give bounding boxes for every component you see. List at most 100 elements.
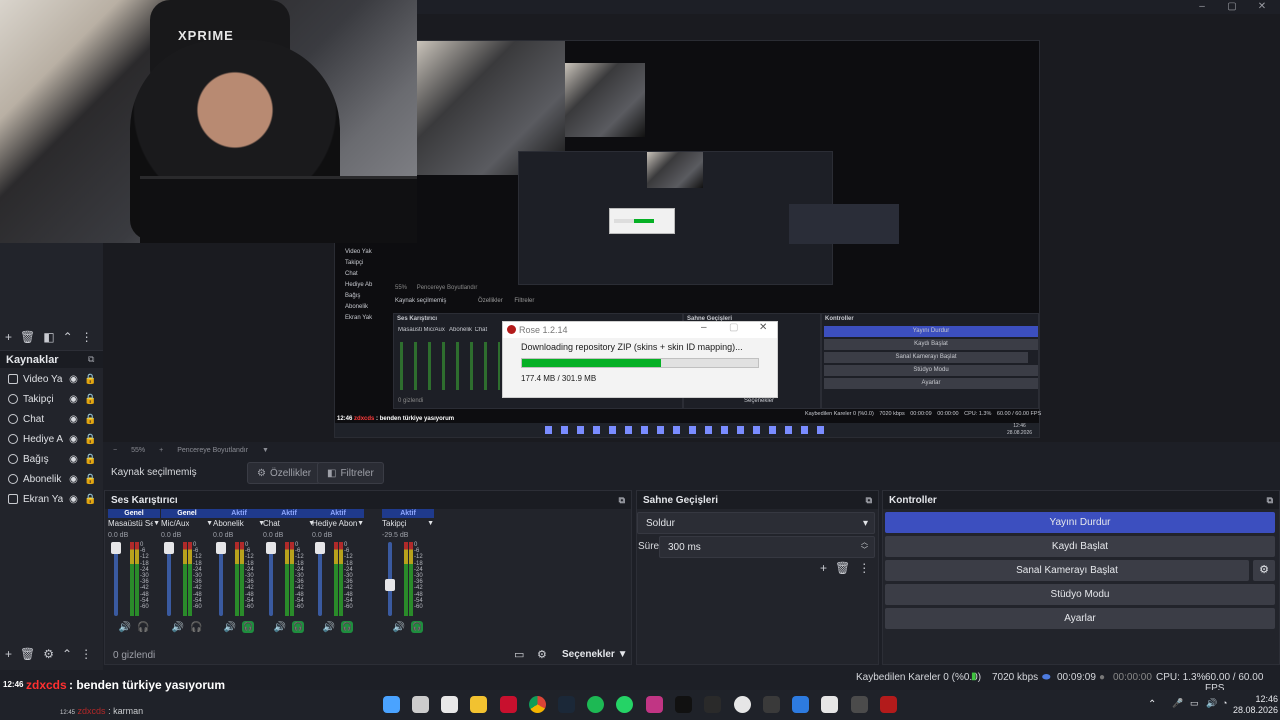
rose-maximize-button[interactable]: ▢: [729, 322, 738, 333]
wifi-icon[interactable]: ◔: [1222, 698, 1227, 708]
options-button[interactable]: Seçenekler ▼: [562, 649, 628, 660]
source-settings-icon[interactable]: ⚙: [43, 647, 54, 661]
fader-knob[interactable]: [385, 579, 395, 592]
float-icon[interactable]: ⧉: [619, 495, 625, 506]
chevron-down-icon[interactable]: ▼: [206, 518, 213, 530]
fader-knob[interactable]: [216, 542, 226, 554]
remove-scene-icon[interactable]: 🗑: [20, 330, 35, 344]
rose-minimize-button[interactable]: –: [701, 322, 707, 333]
spotify-icon[interactable]: [587, 696, 604, 713]
chevron-down-icon[interactable]: ▼: [427, 518, 434, 530]
tiktok-icon[interactable]: [675, 696, 692, 713]
more-icon[interactable]: ⋮: [81, 330, 93, 344]
mixer-channel-header[interactable]: Masaüstü Ses▼: [108, 518, 160, 530]
lock-icon[interactable]: 🔒: [84, 434, 96, 445]
start-record-button[interactable]: Kaydı Başlat: [885, 536, 1275, 557]
add-source-button[interactable]: +: [5, 647, 12, 661]
fader-knob[interactable]: [266, 542, 276, 554]
rose-icon[interactable]: [880, 696, 897, 713]
add-scene-button[interactable]: +: [5, 330, 12, 344]
zoom-in-button[interactable]: +: [159, 447, 163, 454]
remove-transition-icon[interactable]: 🗑: [835, 561, 850, 575]
lock-icon[interactable]: 🔒: [84, 474, 96, 485]
fader-knob[interactable]: [315, 542, 325, 554]
store-icon[interactable]: [441, 696, 458, 713]
close-button[interactable]: ✕: [1247, 0, 1277, 14]
eye-icon[interactable]: ◉: [68, 474, 79, 485]
speaker-icon[interactable]: 🔊: [119, 622, 131, 633]
headphones-icon[interactable]: 🎧: [242, 621, 255, 633]
headphones-icon[interactable]: 🎧: [190, 622, 202, 633]
chevron-down-icon[interactable]: ▼: [153, 518, 160, 530]
duration-input[interactable]: 300 ms ︿ ﹀: [659, 536, 875, 558]
eye-icon[interactable]: ◉: [68, 414, 79, 425]
windows-start-icon[interactable]: [383, 696, 400, 713]
instagram-icon[interactable]: [646, 696, 663, 713]
float-icon[interactable]: ⧉: [88, 354, 94, 365]
speaker-icon[interactable]: 🔊: [172, 622, 184, 633]
stop-stream-button[interactable]: Yayını Durdur: [885, 512, 1275, 533]
mixer-channel-header[interactable]: Abonelik ▼: [213, 518, 265, 530]
remove-source-icon[interactable]: 🗑: [20, 647, 35, 661]
speaker-icon[interactable]: 🔊: [224, 622, 236, 633]
add-transition-button[interactable]: +: [820, 561, 827, 575]
clock[interactable]: 12:46 28.08.2026: [1228, 694, 1278, 716]
rose-close-button[interactable]: ✕: [759, 322, 767, 333]
notepad-icon[interactable]: [821, 696, 838, 713]
lock-icon[interactable]: 🔒: [84, 414, 96, 425]
more-icon[interactable]: ⋮: [858, 561, 870, 575]
eye-icon[interactable]: ◉: [68, 494, 79, 505]
mixer-channel-header[interactable]: Hediye Abonelik▼: [312, 518, 364, 530]
fader-knob[interactable]: [111, 542, 121, 554]
maximize-button[interactable]: ▢: [1217, 0, 1247, 14]
lock-icon[interactable]: 🔒: [84, 454, 96, 465]
microphone-icon[interactable]: 🎤: [1172, 698, 1183, 709]
source-item-abonelik[interactable]: Abonelik ◉ 🔒: [0, 469, 103, 489]
headphones-icon[interactable]: 🎧: [137, 622, 149, 633]
chevron-up-icon[interactable]: ⌃: [1148, 699, 1156, 710]
filter-scene-icon[interactable]: ◧: [43, 330, 54, 344]
source-item-video[interactable]: Video Yak ◉ 🔒: [0, 369, 103, 389]
obs-icon[interactable]: [851, 696, 868, 713]
source-item-bagis[interactable]: Bağış ◉ 🔒: [0, 449, 103, 469]
virtual-camera-settings-gear-icon[interactable]: ⚙: [1253, 560, 1275, 581]
headphones-icon[interactable]: 🎧: [411, 621, 424, 633]
float-icon[interactable]: ⧉: [866, 495, 872, 506]
speaker-icon[interactable]: 🔊: [393, 622, 405, 633]
ghub-icon[interactable]: [734, 696, 751, 713]
headphones-icon[interactable]: 🎧: [292, 621, 305, 633]
speaker-icon[interactable]: 🔊: [274, 622, 286, 633]
move-up-icon[interactable]: ⌃: [63, 330, 73, 344]
mixer-channel-header[interactable]: Mic/Aux ▼: [161, 518, 213, 530]
virtual-camera-button[interactable]: Sanal Kamerayı Başlat: [885, 560, 1249, 581]
mixer-channel-header[interactable]: Takipçi ▼: [382, 518, 434, 530]
more-icon[interactable]: ⋮: [80, 647, 92, 661]
settings-button[interactable]: Ayarlar: [885, 608, 1275, 629]
eye-icon[interactable]: ◉: [68, 374, 79, 385]
source-item-hediye[interactable]: Hediye Ab ◉ 🔒: [0, 429, 103, 449]
headphones-icon[interactable]: 🎧: [341, 621, 354, 633]
minimize-button[interactable]: –: [1187, 0, 1217, 14]
media-app-icon[interactable]: [500, 696, 517, 713]
eye-icon[interactable]: ◉: [68, 454, 79, 465]
chevron-down-icon[interactable]: ▼: [357, 518, 364, 530]
transition-select[interactable]: Soldur ▾: [637, 512, 875, 534]
zoom-out-button[interactable]: −: [113, 447, 117, 454]
lock-icon[interactable]: 🔒: [84, 494, 96, 505]
chrome-icon[interactable]: [529, 696, 546, 713]
epic-games-icon[interactable]: [704, 696, 721, 713]
file-explorer-icon[interactable]: [470, 696, 487, 713]
chevron-down-icon[interactable]: ▼: [262, 447, 269, 454]
lock-icon[interactable]: 🔒: [84, 374, 96, 385]
advanced-audio-icon[interactable]: ⚙: [537, 648, 547, 661]
task-view-icon[interactable]: [412, 696, 429, 713]
steam-icon[interactable]: [558, 696, 575, 713]
app-icon[interactable]: [763, 696, 780, 713]
move-up-icon[interactable]: ⌃: [62, 647, 72, 661]
lock-icon[interactable]: 🔒: [84, 394, 96, 405]
mixer-channel-header[interactable]: Chat ▼: [263, 518, 315, 530]
fader-knob[interactable]: [164, 542, 174, 554]
eye-icon[interactable]: ◉: [68, 394, 79, 405]
source-item-takipci[interactable]: Takipçi ◉ 🔒: [0, 389, 103, 409]
layout-icon[interactable]: ▭: [514, 648, 524, 661]
